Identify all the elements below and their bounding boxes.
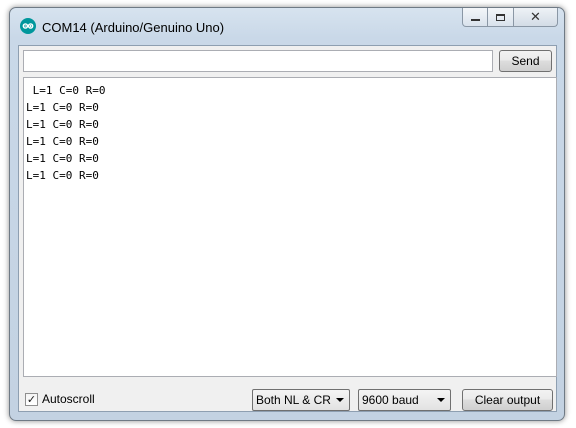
maximize-icon [496,13,505,21]
output-line: L=1 C=0 R=0 [26,135,99,148]
close-button[interactable]: ✕ [514,8,558,27]
output-line: L=1 C=0 R=0 [26,101,99,114]
send-input[interactable] [23,50,493,72]
output-line: L=1 C=0 R=0 [26,84,106,97]
serial-monitor-window: COM14 (Arduino/Genuino Uno) ✕ Send L=1 C… [9,7,565,421]
output-line: L=1 C=0 R=0 [26,152,99,165]
minimize-icon [470,19,480,21]
arduino-logo-icon [20,18,36,34]
title-bar[interactable]: COM14 (Arduino/Genuino Uno) ✕ [10,8,564,38]
dropdown-arrow-icon [336,398,344,402]
client-area: Send L=1 C=0 R=0 L=1 C=0 R=0 L=1 C=0 R=0 L=… [18,45,557,412]
line-ending-select[interactable]: Both NL & CR [252,389,350,411]
minimize-button[interactable] [462,8,488,27]
autoscroll-label: Autoscroll [42,392,95,406]
checkmark-icon: ✓ [26,392,37,406]
window-controls: ✕ [462,8,558,28]
baud-rate-select[interactable]: 9600 baud [358,389,451,411]
line-ending-value: Both NL & CR [256,393,331,407]
maximize-button[interactable] [488,8,514,27]
serial-output[interactable]: L=1 C=0 R=0 L=1 C=0 R=0 L=1 C=0 R=0 L=1 C=0… [23,77,557,377]
footer-bar: ✓ Autoscroll Both NL & CR 9600 baud Clea… [19,382,556,411]
baud-rate-value: 9600 baud [362,393,419,407]
output-line: L=1 C=0 R=0 [26,169,99,182]
autoscroll-toggle[interactable]: ✓ Autoscroll [25,392,95,406]
clear-output-button[interactable]: Clear output [462,389,553,411]
window-title: COM14 (Arduino/Genuino Uno) [42,20,225,35]
close-icon: ✕ [530,9,541,25]
autoscroll-checkbox[interactable]: ✓ [25,392,38,406]
send-button[interactable]: Send [499,50,552,72]
dropdown-arrow-icon [437,398,445,402]
output-line: L=1 C=0 R=0 [26,118,99,131]
